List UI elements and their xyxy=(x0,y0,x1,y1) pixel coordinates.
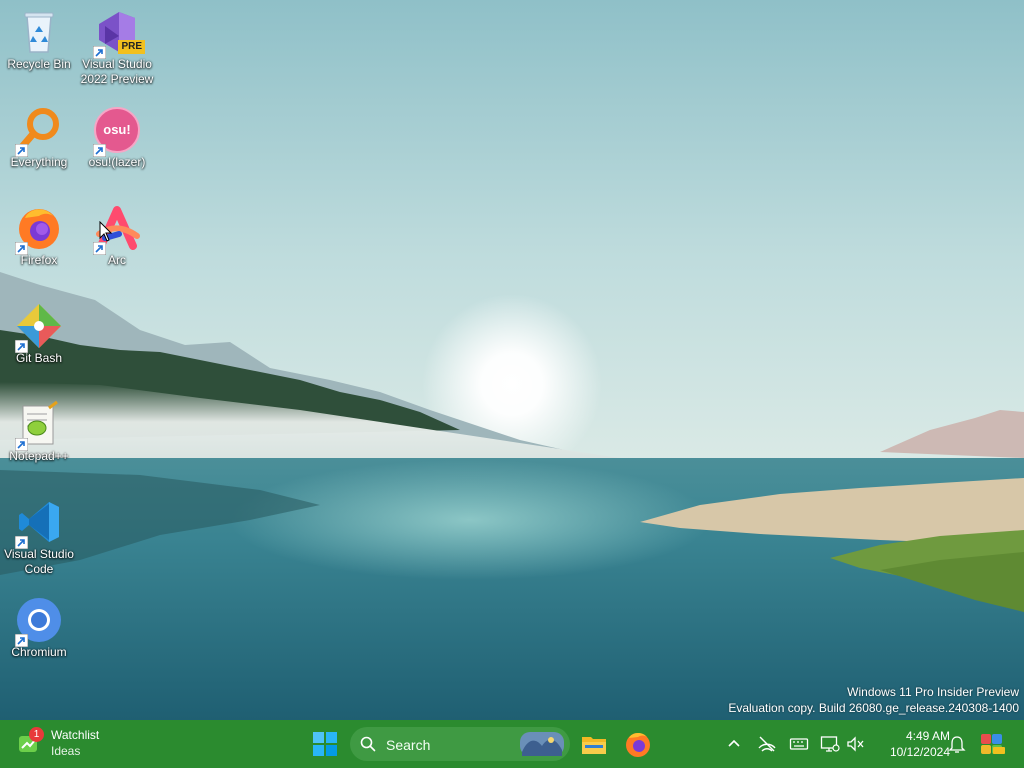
firefox-icon xyxy=(626,732,650,757)
recycle-bin-icon xyxy=(15,8,63,56)
display-icon[interactable] xyxy=(820,734,840,754)
notepad-plus-plus-icon xyxy=(15,400,63,451)
search-highlight-landscape-icon xyxy=(520,732,564,756)
file-explorer-button[interactable] xyxy=(580,730,608,758)
desktop-icon-label: Chromium xyxy=(11,645,67,659)
shortcut-arrow-icon xyxy=(15,242,28,255)
search-placeholder: Search xyxy=(386,737,431,753)
desktop-icon-label: osu!(lazer) xyxy=(88,155,146,169)
desktop-icon-git-bash[interactable]: Git Bash xyxy=(1,302,77,366)
evaluation-watermark: Windows 11 Pro Insider Preview Evaluatio… xyxy=(728,684,1019,716)
desktop-icon-notepad-plus-plus[interactable]: Notepad++ xyxy=(1,400,77,464)
widgets-button[interactable]: 1 Watchlist Ideas xyxy=(17,727,127,761)
taskbar: 1 Watchlist Ideas Search 4:49 AM 10/12/2… xyxy=(0,720,1024,768)
clock-time: 4:49 AM xyxy=(905,729,950,743)
desktop-icon-visual-studio-2022-preview[interactable]: PRE Visual Studio 2022 Preview xyxy=(79,8,155,87)
start-button[interactable] xyxy=(311,730,339,758)
chromium-icon xyxy=(15,596,63,647)
taskbar-search-box[interactable]: Search xyxy=(350,727,570,761)
firefox-taskbar-button[interactable] xyxy=(624,730,652,758)
desktop-icon-label: Arc xyxy=(108,253,126,267)
osu-icon: osu! xyxy=(93,106,141,157)
desktop-icon-label: Firefox xyxy=(20,253,58,267)
desktop-icon-label: Recycle Bin xyxy=(7,57,71,71)
widgets-subtitle: Ideas xyxy=(51,744,81,758)
desktop-icon-chromium[interactable]: Chromium xyxy=(1,596,77,660)
windows-logo-icon xyxy=(313,732,337,756)
shortcut-arrow-icon xyxy=(15,438,28,451)
clock-date: 10/12/2024 xyxy=(889,745,950,759)
shortcut-arrow-icon xyxy=(15,144,28,157)
desktop-icon-label: Visual Studio 2022 Preview xyxy=(80,57,154,86)
desktop-icon-visual-studio-code[interactable]: Visual Studio Code xyxy=(1,498,77,577)
desktop-icon-recycle-bin[interactable]: Recycle Bin xyxy=(1,8,77,72)
preview-badge: PRE xyxy=(118,40,145,54)
desktop-icon-label: Visual Studio Code xyxy=(4,547,74,576)
desktop-icon-label: Notepad++ xyxy=(9,449,69,463)
show-hidden-icons-chevron-icon[interactable] xyxy=(726,734,742,754)
keyboard-icon[interactable] xyxy=(789,734,809,754)
desktop: Recycle Bin PRE Visual Studio 2022 Previ… xyxy=(0,0,1024,720)
desktop-icon-firefox[interactable]: Firefox xyxy=(1,204,77,268)
osu-glyph: osu! xyxy=(103,122,131,137)
search-icon xyxy=(360,736,376,752)
shortcut-arrow-icon xyxy=(15,340,28,353)
firefox-icon xyxy=(15,204,63,255)
shortcut-arrow-icon xyxy=(15,536,28,549)
app-preview-tray-icon[interactable] xyxy=(980,732,1006,756)
git-bash-icon xyxy=(15,302,63,353)
shortcut-arrow-icon xyxy=(93,144,106,157)
widgets-notification-badge: 1 xyxy=(29,727,44,742)
network-icon[interactable] xyxy=(757,734,777,754)
desktop-icon-label: Everything xyxy=(10,155,68,169)
desktop-icon-arc[interactable]: Arc xyxy=(79,204,155,268)
desktop-icon-everything[interactable]: Everything xyxy=(1,106,77,170)
mouse-pointer-icon xyxy=(99,221,113,242)
desktop-icon-osu-lazer[interactable]: osu! osu!(lazer) xyxy=(79,106,155,170)
shortcut-arrow-icon xyxy=(15,634,28,647)
notification-bell-icon[interactable] xyxy=(947,734,967,754)
watermark-edition: Windows 11 Pro Insider Preview xyxy=(847,685,1019,699)
watermark-build: Evaluation copy. Build 26080.ge_release.… xyxy=(728,701,1019,715)
folder-icon xyxy=(582,737,606,754)
widgets-title: Watchlist xyxy=(51,728,100,742)
desktop-icon-label: Git Bash xyxy=(15,351,63,365)
taskbar-clock[interactable]: 4:49 AM 10/12/2024 xyxy=(872,728,950,760)
shortcut-arrow-icon xyxy=(93,242,106,255)
visual-studio-preview-icon: PRE xyxy=(93,8,145,59)
everything-search-icon xyxy=(15,106,63,157)
volume-muted-icon[interactable] xyxy=(846,734,866,754)
vscode-icon xyxy=(15,498,63,549)
shortcut-arrow-icon xyxy=(93,46,106,59)
